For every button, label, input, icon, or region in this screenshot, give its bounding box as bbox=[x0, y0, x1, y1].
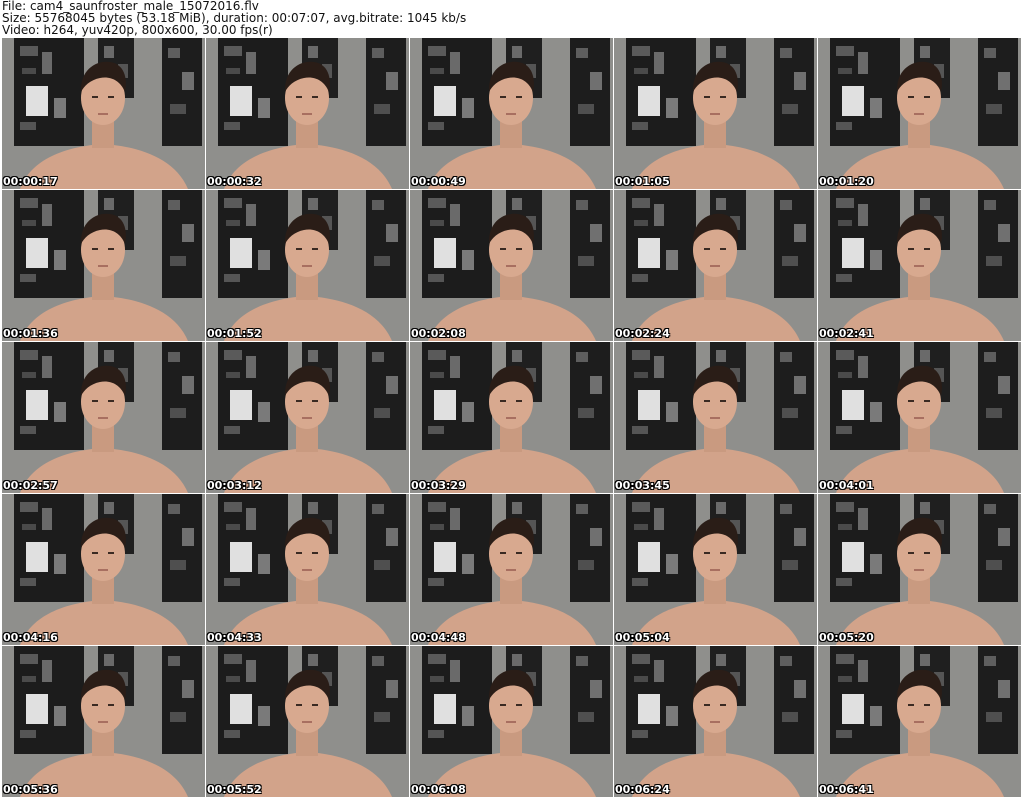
frame-image bbox=[614, 342, 817, 493]
frame-image bbox=[2, 190, 205, 341]
frame-image bbox=[206, 646, 409, 797]
frame-image bbox=[614, 190, 817, 341]
video-thumbnail[interactable]: 00:00:49 bbox=[410, 38, 613, 189]
video-thumbnail[interactable]: 00:01:20 bbox=[818, 38, 1021, 189]
video-thumbnail[interactable]: 00:04:48 bbox=[410, 494, 613, 645]
frame-image bbox=[818, 342, 1021, 493]
thumbnail-timestamp: 00:04:16 bbox=[3, 631, 58, 644]
video-thumbnail[interactable]: 00:05:52 bbox=[206, 646, 409, 797]
video-thumbnail[interactable]: 00:01:36 bbox=[2, 190, 205, 341]
video-thumbnail[interactable]: 00:01:52 bbox=[206, 190, 409, 341]
thumbnail-timestamp: 00:01:05 bbox=[615, 175, 670, 188]
thumbnail-timestamp: 00:00:17 bbox=[3, 175, 58, 188]
frame-image bbox=[614, 494, 817, 645]
frame-image bbox=[410, 38, 613, 189]
frame-image bbox=[818, 190, 1021, 341]
thumbnail-timestamp: 00:01:52 bbox=[207, 327, 262, 340]
video-thumbnail[interactable]: 00:06:08 bbox=[410, 646, 613, 797]
frame-image bbox=[410, 190, 613, 341]
frame-image bbox=[410, 494, 613, 645]
frame-image bbox=[206, 342, 409, 493]
video-thumbnail[interactable]: 00:05:04 bbox=[614, 494, 817, 645]
thumbnail-timestamp: 00:06:41 bbox=[819, 783, 874, 796]
video-thumbnail[interactable]: 00:01:05 bbox=[614, 38, 817, 189]
thumbnail-timestamp: 00:02:08 bbox=[411, 327, 466, 340]
video-thumbnail[interactable]: 00:03:45 bbox=[614, 342, 817, 493]
thumbnail-timestamp: 00:05:20 bbox=[819, 631, 874, 644]
frame-image bbox=[2, 494, 205, 645]
video-thumbnail[interactable]: 00:04:01 bbox=[818, 342, 1021, 493]
thumbnail-timestamp: 00:05:04 bbox=[615, 631, 670, 644]
frame-image bbox=[818, 494, 1021, 645]
video-thumbnail[interactable]: 00:02:41 bbox=[818, 190, 1021, 341]
thumbnail-timestamp: 00:04:33 bbox=[207, 631, 262, 644]
thumbnail-timestamp: 00:03:29 bbox=[411, 479, 466, 492]
frame-image bbox=[2, 646, 205, 797]
thumbnail-timestamp: 00:04:48 bbox=[411, 631, 466, 644]
thumbnail-timestamp: 00:01:36 bbox=[3, 327, 58, 340]
thumbnail-timestamp: 00:03:45 bbox=[615, 479, 670, 492]
thumbnail-timestamp: 00:06:24 bbox=[615, 783, 670, 796]
video-thumbnail[interactable]: 00:06:24 bbox=[614, 646, 817, 797]
thumbnail-timestamp: 00:02:41 bbox=[819, 327, 874, 340]
video-thumbnail[interactable]: 00:04:33 bbox=[206, 494, 409, 645]
thumbnail-timestamp: 00:02:24 bbox=[615, 327, 670, 340]
video-thumbnail[interactable]: 00:00:17 bbox=[2, 38, 205, 189]
thumbnail-timestamp: 00:00:49 bbox=[411, 175, 466, 188]
frame-image bbox=[206, 38, 409, 189]
frame-image bbox=[2, 38, 205, 189]
frame-image bbox=[818, 646, 1021, 797]
thumbnail-timestamp: 00:00:32 bbox=[207, 175, 262, 188]
video-thumbnail[interactable]: 00:06:41 bbox=[818, 646, 1021, 797]
video-thumbnail[interactable]: 00:00:32 bbox=[206, 38, 409, 189]
thumbnail-timestamp: 00:05:36 bbox=[3, 783, 58, 796]
frame-image bbox=[614, 646, 817, 797]
video-thumbnail[interactable]: 00:03:12 bbox=[206, 342, 409, 493]
video-info-line: Video: h264, yuv420p, 800x600, 30.00 fps… bbox=[2, 23, 273, 37]
thumbnail-timestamp: 00:05:52 bbox=[207, 783, 262, 796]
thumbnail-timestamp: 00:04:01 bbox=[819, 479, 874, 492]
thumbnail-timestamp: 00:01:20 bbox=[819, 175, 874, 188]
file-info-header: File: cam4_saunfroster_male_15072016.flv… bbox=[2, 0, 1020, 36]
video-thumbnail[interactable]: 00:05:20 bbox=[818, 494, 1021, 645]
video-thumbnail[interactable]: 00:02:24 bbox=[614, 190, 817, 341]
thumbnail-grid: 00:00:17 00:00:32 00:00:49 00:01:05 00:0… bbox=[2, 38, 1022, 797]
frame-image bbox=[2, 342, 205, 493]
thumbnail-timestamp: 00:02:57 bbox=[3, 479, 58, 492]
video-thumbnail[interactable]: 00:02:08 bbox=[410, 190, 613, 341]
frame-image bbox=[206, 190, 409, 341]
frame-image bbox=[818, 38, 1021, 189]
frame-image bbox=[614, 38, 817, 189]
thumbnail-timestamp: 00:06:08 bbox=[411, 783, 466, 796]
frame-image bbox=[410, 342, 613, 493]
video-thumbnail[interactable]: 00:03:29 bbox=[410, 342, 613, 493]
video-thumbnail[interactable]: 00:04:16 bbox=[2, 494, 205, 645]
frame-image bbox=[206, 494, 409, 645]
frame-image bbox=[410, 646, 613, 797]
thumbnail-timestamp: 00:03:12 bbox=[207, 479, 262, 492]
video-thumbnail[interactable]: 00:02:57 bbox=[2, 342, 205, 493]
video-thumbnail[interactable]: 00:05:36 bbox=[2, 646, 205, 797]
